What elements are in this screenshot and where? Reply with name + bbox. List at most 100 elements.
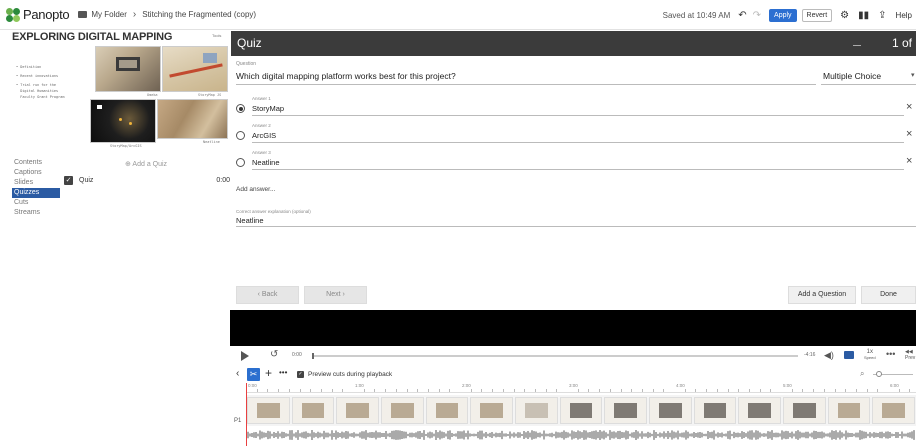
track-frame[interactable] — [872, 397, 915, 424]
captions-icon[interactable] — [844, 351, 854, 359]
slide-bullet: • Definition — [16, 65, 42, 69]
track-frame[interactable] — [515, 397, 558, 424]
question-label: Question — [236, 61, 257, 67]
question-underline — [236, 84, 816, 85]
preview-cuts-checkbox[interactable]: ✓ — [297, 371, 304, 378]
explanation-input[interactable]: Neatline — [236, 216, 264, 225]
ruler-tick-mark — [866, 389, 868, 392]
nav-cuts[interactable]: Cuts — [12, 198, 60, 208]
nav-streams[interactable]: Streams — [12, 208, 60, 218]
video-track[interactable] — [246, 395, 916, 426]
ruler-tick-mark — [331, 389, 333, 392]
nav-slides[interactable]: Slides — [12, 178, 60, 188]
add-quiz-button[interactable]: ⊕ Add a Quiz — [125, 160, 167, 168]
redo-icon[interactable]: ↷ — [753, 10, 761, 21]
play-icon[interactable] — [241, 351, 249, 361]
answer-input[interactable]: Neatline — [252, 158, 280, 167]
frame-image — [658, 403, 682, 418]
frame-image — [569, 403, 593, 418]
ruler-tick-mark — [620, 389, 622, 392]
track-frame[interactable] — [604, 397, 647, 424]
answer-radio[interactable] — [236, 158, 245, 167]
answer-input[interactable]: StoryMap — [252, 104, 284, 113]
track-frame[interactable] — [381, 397, 424, 424]
ruler-tick-mark — [770, 389, 772, 392]
track-frame[interactable] — [783, 397, 826, 424]
help-link[interactable]: Help — [896, 11, 912, 20]
chevron-right-icon: › — [132, 9, 137, 20]
add-question-button[interactable]: Add a Question — [788, 286, 856, 304]
done-button[interactable]: Done — [861, 286, 916, 304]
question-type-select[interactable]: Multiple Choice — [823, 71, 881, 81]
track-frame[interactable] — [693, 397, 737, 424]
minimize-icon[interactable] — [853, 45, 861, 46]
nav-captions[interactable]: Captions — [12, 168, 60, 178]
chevron-down-icon[interactable]: ▾ — [911, 71, 915, 79]
ruler-tick-mark — [556, 389, 558, 392]
remove-answer-icon[interactable]: × — [906, 101, 912, 113]
remove-answer-icon[interactable]: × — [906, 128, 912, 140]
apply-button[interactable]: Apply — [769, 8, 797, 22]
ruler-tick-mark — [823, 389, 825, 392]
revert-button[interactable]: Revert — [801, 8, 833, 22]
quiz-checkbox[interactable]: ✓ — [64, 176, 73, 185]
nav-quizzes[interactable]: Quizzes — [12, 188, 60, 198]
undo-icon[interactable]: ↶ — [738, 10, 746, 21]
track-frame[interactable] — [738, 397, 781, 424]
panopto-logo[interactable]: Panopto — [6, 7, 70, 22]
more-icon[interactable]: ••• — [886, 349, 895, 359]
cut-tool-icon[interactable]: ✂ — [247, 368, 260, 381]
track-frame[interactable] — [827, 397, 871, 424]
answer-input[interactable]: ArcGIS — [252, 131, 276, 140]
next-button[interactable]: Next › — [304, 286, 367, 304]
track-frame[interactable] — [470, 397, 513, 424]
more-icon[interactable]: ••• — [279, 368, 287, 377]
track-frame[interactable] — [559, 397, 603, 424]
ruler-tick-mark — [427, 389, 429, 392]
scrub-handle[interactable] — [312, 353, 314, 359]
timeline-ruler[interactable]: 0:00 1:00 2:00 3:00 4:00 5:00 6:00 — [246, 383, 916, 393]
ruler-tick-mark — [802, 389, 804, 392]
add-answer-link[interactable]: Add answer... — [236, 186, 275, 193]
track-frame[interactable] — [649, 397, 692, 424]
breadcrumb-folder[interactable]: My Folder — [91, 10, 127, 19]
scrub-bar[interactable] — [312, 355, 798, 357]
ruler-tick-label: 2:00 — [462, 383, 471, 388]
stats-icon[interactable]: ▮▮ — [858, 10, 869, 21]
ruler-tick-mark — [524, 389, 526, 392]
ruler-tick-mark — [288, 389, 290, 392]
ruler-tick-mark — [492, 389, 494, 392]
prev-control[interactable]: ◀◀ Prev — [905, 349, 915, 361]
answer-row: Answer 2 ArcGIS × — [236, 123, 916, 145]
video-preview[interactable] — [230, 310, 916, 346]
back-button[interactable]: ‹ Back — [236, 286, 299, 304]
add-icon[interactable]: + — [265, 366, 272, 380]
track-frame[interactable] — [336, 397, 379, 424]
remove-answer-icon[interactable]: × — [906, 155, 912, 167]
track-frame[interactable] — [425, 397, 469, 424]
answer-radio[interactable] — [236, 104, 245, 113]
track-frame[interactable] — [291, 397, 335, 424]
playhead[interactable] — [246, 383, 247, 446]
chevron-left-icon[interactable]: ‹ — [236, 368, 239, 379]
ruler-tick-mark — [716, 389, 718, 392]
zoom-icon[interactable]: ⌕ — [860, 369, 864, 379]
volume-icon[interactable]: ◀) — [824, 350, 834, 361]
frame-image — [435, 403, 459, 418]
gear-icon[interactable]: ⚙ — [840, 10, 849, 21]
editor-nav: Contents Captions Slides Quizzes Cuts St… — [12, 158, 60, 218]
ruler-tick-mark — [417, 389, 419, 392]
thumb-label: Omeka — [147, 93, 158, 97]
speed-control[interactable]: 1x Speed — [864, 349, 876, 361]
zoom-slider-handle[interactable] — [876, 371, 882, 377]
rewind-icon[interactable]: ↺ — [270, 349, 278, 360]
track-frame[interactable] — [247, 397, 290, 424]
question-input[interactable]: Which digital mapping platform works bes… — [236, 71, 456, 81]
audio-waveform[interactable] — [246, 430, 916, 440]
share-icon[interactable]: ⇪ — [878, 10, 886, 21]
nav-contents[interactable]: Contents — [12, 158, 60, 168]
saved-status: Saved at 10:49 AM — [662, 10, 731, 20]
answer-radio[interactable] — [236, 131, 245, 140]
quiz-list-item[interactable]: ✓ Quiz 0:00 — [64, 176, 230, 185]
ruler-tick-mark — [631, 389, 633, 392]
